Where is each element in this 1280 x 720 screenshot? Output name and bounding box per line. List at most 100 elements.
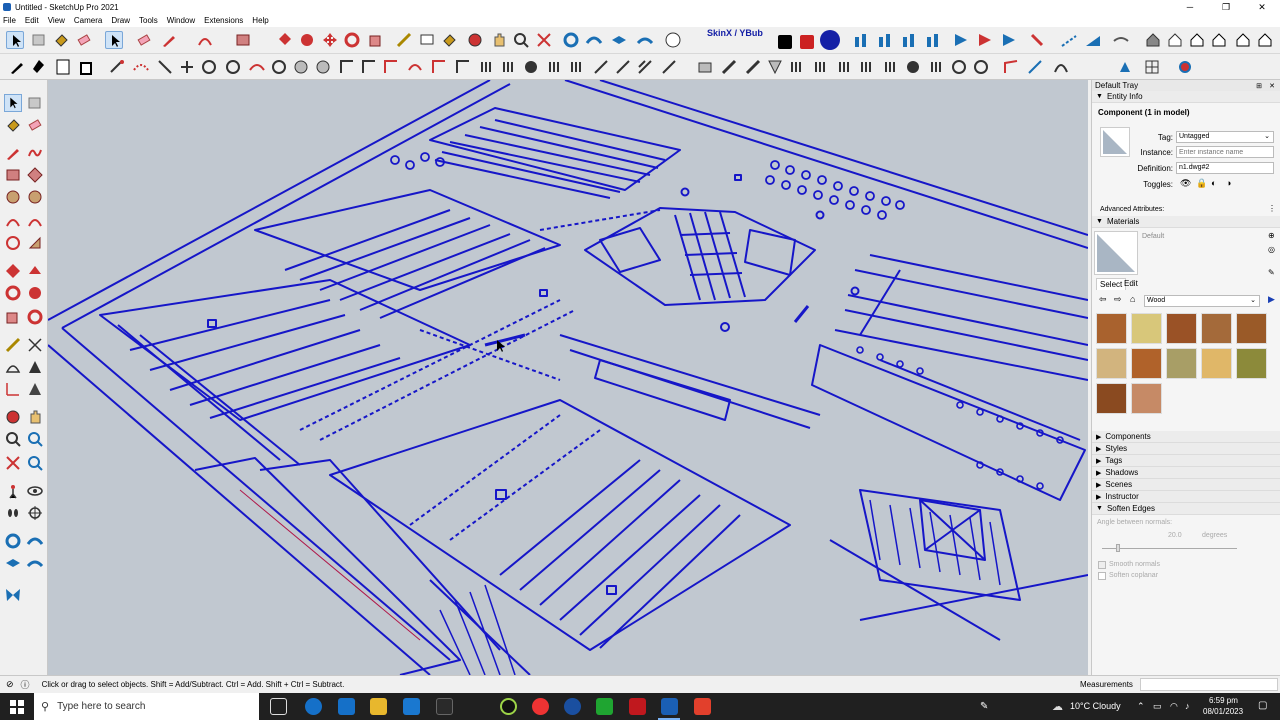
shadows-section[interactable]: ▶ Shadows — [1092, 467, 1280, 479]
plugin-tool-36-icon[interactable] — [928, 58, 946, 76]
app-icon-3[interactable] — [596, 698, 613, 715]
plugin-tool-14-icon[interactable] — [406, 58, 424, 76]
rotate-icon[interactable] — [343, 31, 361, 49]
app-icon-2[interactable] — [564, 698, 581, 715]
weather-text[interactable]: 10°C Cloudy — [1070, 701, 1121, 711]
material-swatch[interactable] — [1131, 348, 1162, 379]
terrain-left-icon[interactable] — [26, 554, 44, 572]
move-left-icon[interactable] — [4, 262, 22, 280]
help-icon[interactable] — [820, 30, 840, 50]
marker-icon[interactable] — [30, 58, 48, 76]
styles-section[interactable]: ▶ Styles — [1092, 443, 1280, 455]
windows-start-icon[interactable] — [10, 700, 24, 714]
record-icon[interactable] — [800, 35, 814, 49]
orbit-icon[interactable] — [466, 31, 484, 49]
draw-pen-icon[interactable] — [8, 58, 26, 76]
clock-time[interactable]: 6:59 pm — [1209, 696, 1238, 705]
plugin-tool-15-icon[interactable] — [430, 58, 448, 76]
chrome-icon[interactable] — [532, 698, 549, 715]
look-around-left-icon[interactable] — [26, 482, 44, 500]
eyedropper-icon[interactable]: ✎ — [1268, 268, 1275, 277]
floor-plan-drawing[interactable] — [48, 80, 1088, 675]
sandbox-icon[interactable] — [585, 31, 603, 49]
material-swatch[interactable] — [1096, 313, 1127, 344]
menu-extensions[interactable]: Extensions — [204, 16, 243, 25]
material-swatch[interactable] — [1096, 383, 1127, 414]
smooth-normals-checkbox[interactable] — [1098, 561, 1106, 569]
material-swatch[interactable] — [1166, 313, 1197, 344]
plugin-tool-1-icon[interactable] — [108, 58, 126, 76]
plugin-tool-35-icon[interactable] — [904, 58, 922, 76]
create-material-icon[interactable]: ⊕ — [1268, 231, 1275, 240]
axes-left-icon[interactable] — [4, 380, 22, 398]
paint-bucket-icon[interactable] — [52, 31, 70, 49]
home-icon[interactable]: ⌂ — [1130, 294, 1135, 304]
rotate-left-icon[interactable] — [4, 284, 22, 302]
arc2-left-icon[interactable] — [26, 212, 44, 230]
stairs-icon[interactable] — [1060, 31, 1078, 49]
tape-measure-icon[interactable] — [395, 31, 413, 49]
model-viewport[interactable] — [48, 80, 1088, 675]
chart-icon-2[interactable] — [876, 31, 894, 49]
chart-icon-1[interactable] — [852, 31, 870, 49]
sketchup-taskbar-icon[interactable] — [661, 698, 678, 715]
back-arrow-icon[interactable]: ⇦ — [1099, 294, 1107, 305]
plugin-tool-16-icon[interactable] — [454, 58, 472, 76]
pen-icon[interactable]: ✎ — [980, 701, 988, 712]
skinx-label[interactable]: SkinX / YBub — [707, 28, 763, 38]
cast-shadow-icon[interactable]: ◐ — [1211, 178, 1216, 188]
chart-icon-3[interactable] — [900, 31, 918, 49]
plugin-tool-17-icon[interactable] — [478, 58, 496, 76]
menu-file[interactable]: File — [3, 16, 16, 25]
paint-icon[interactable] — [440, 31, 458, 49]
plugin-tool-26-icon[interactable] — [696, 58, 714, 76]
edge-icon-2[interactable] — [338, 698, 355, 715]
plugin-tool-7-icon[interactable] — [248, 58, 266, 76]
plugin-tool-34-icon[interactable] — [882, 58, 900, 76]
notes-icon[interactable] — [54, 58, 72, 76]
pushpull-left-icon[interactable] — [26, 262, 44, 280]
trash-icon[interactable] — [77, 58, 95, 76]
entity-info-header[interactable]: ▼ Entity Info — [1092, 91, 1280, 103]
pan-icon[interactable] — [490, 31, 508, 49]
freehand-left-icon[interactable] — [26, 144, 44, 162]
instructor-section[interactable]: ▶ Instructor — [1092, 491, 1280, 503]
layers-icon[interactable] — [610, 31, 628, 49]
select-tool-icon[interactable] — [6, 31, 24, 49]
push-pull-icon[interactable] — [276, 31, 294, 49]
ramp-icon[interactable] — [1084, 31, 1102, 49]
flip-icon-1[interactable] — [952, 31, 970, 49]
rotated-rect-left-icon[interactable] — [26, 166, 44, 184]
plugin-tool-27-icon[interactable] — [720, 58, 738, 76]
zoom-extents-left-icon[interactable] — [4, 454, 22, 472]
autocad-icon[interactable] — [629, 698, 646, 715]
section-plane-icon[interactable] — [562, 31, 580, 49]
lock-icon[interactable]: 🔒 — [1196, 178, 1207, 189]
footprints-left-icon[interactable] — [4, 504, 22, 522]
zoom-extents-icon[interactable] — [535, 31, 553, 49]
materials-tab-edit[interactable]: Edit — [1124, 279, 1138, 288]
rectangle-icon[interactable] — [234, 31, 252, 49]
house-icon-4[interactable] — [1210, 31, 1228, 49]
geolocation-icon[interactable]: ⊘ — [6, 679, 14, 690]
plugin-tool-31-icon[interactable] — [812, 58, 830, 76]
dimension-left-icon[interactable] — [26, 336, 44, 354]
rect-left-icon[interactable] — [4, 166, 22, 184]
plugin-tool-3-icon[interactable] — [156, 58, 174, 76]
menu-draw[interactable]: Draw — [111, 16, 130, 25]
position-camera-left-icon[interactable] — [26, 454, 44, 472]
menu-window[interactable]: Window — [167, 16, 195, 25]
measurements-input[interactable] — [1140, 678, 1278, 691]
close-button[interactable]: ✕ — [1244, 0, 1280, 14]
sandbox-left-icon[interactable] — [26, 532, 44, 550]
plugin-tool-23-icon[interactable] — [614, 58, 632, 76]
wifi-icon[interactable]: ◠ — [1170, 701, 1178, 712]
section-left-icon[interactable] — [4, 532, 22, 550]
material-swatch[interactable] — [1166, 348, 1197, 379]
menu-view[interactable]: View — [48, 16, 65, 25]
instance-input[interactable] — [1176, 146, 1274, 158]
soften-edges-section[interactable]: ▼ Soften Edges — [1092, 503, 1280, 515]
taskbar-search-box[interactable]: ⚲ Type here to search — [34, 693, 259, 720]
zoom-window-left-icon[interactable] — [26, 430, 44, 448]
menu-camera[interactable]: Camera — [74, 16, 102, 25]
